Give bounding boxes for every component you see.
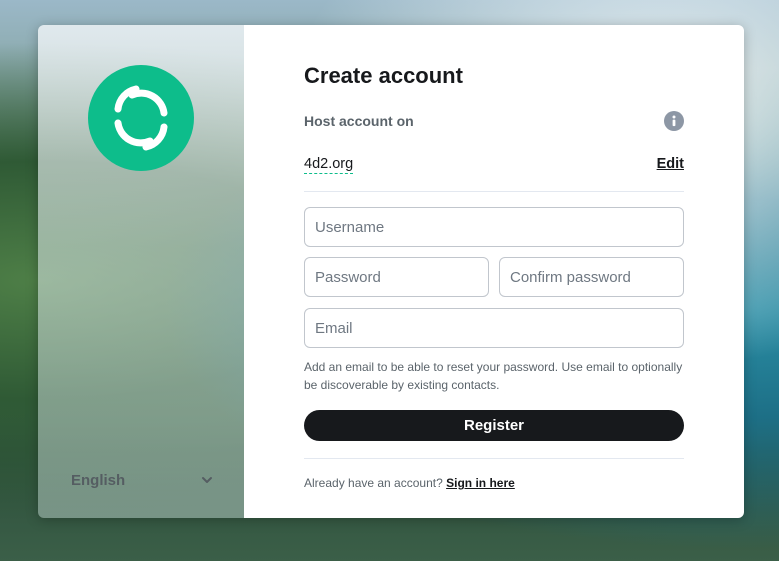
info-icon[interactable] — [664, 111, 684, 131]
divider — [304, 458, 684, 459]
signin-row: Already have an account? Sign in here — [304, 476, 515, 490]
edit-server-button[interactable]: Edit — [657, 156, 684, 172]
sign-in-link[interactable]: Sign in here — [446, 476, 515, 490]
auth-dialog: English Create account Host account on 4… — [38, 25, 744, 518]
email-hint: Add an email to be able to reset your pa… — [304, 360, 683, 392]
register-panel: Create account Host account on 4d2.org E… — [244, 25, 744, 518]
already-have-account-text: Already have an account? — [304, 476, 443, 490]
divider — [304, 191, 684, 192]
username-input[interactable] — [304, 207, 684, 247]
register-button[interactable]: Register — [304, 410, 684, 441]
page-title: Create account — [304, 63, 463, 88]
language-dropdown[interactable]: English — [71, 468, 213, 492]
server-name: 4d2.org — [304, 156, 354, 174]
password-input[interactable] — [304, 257, 489, 297]
host-account-label: Host account on — [304, 113, 414, 129]
language-label: English — [71, 471, 126, 489]
email-input[interactable] — [304, 308, 684, 348]
chevron-down-icon — [202, 477, 212, 483]
element-logo-icon — [88, 65, 194, 171]
confirm-password-input[interactable] — [499, 257, 684, 297]
auth-sidebar: English — [38, 25, 244, 518]
